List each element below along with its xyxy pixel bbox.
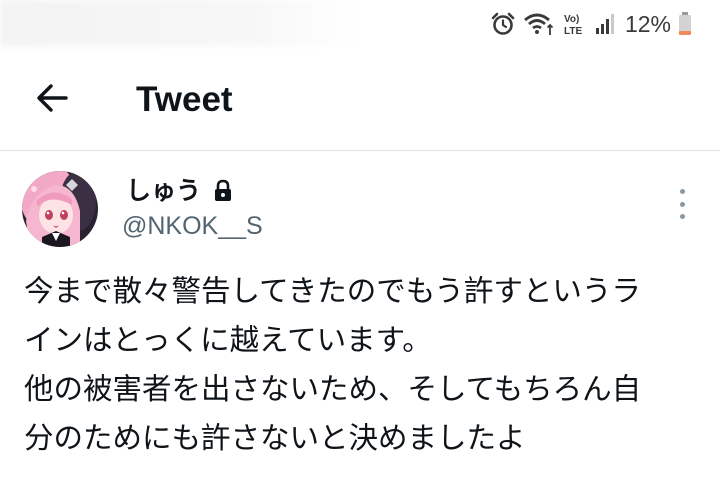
battery-percent: 12% (624, 10, 671, 37)
page-title: Tweet (136, 80, 233, 119)
more-dot (679, 189, 685, 194)
status-bar: Vo) LTE 12% (0, 0, 720, 52)
lock-icon (213, 179, 233, 203)
display-name-text: しゅう (126, 176, 202, 205)
status-icons: Vo) LTE 12% (490, 8, 692, 40)
more-dot (679, 214, 685, 219)
author-display-name[interactable]: しゅう (126, 175, 233, 207)
battery-icon (678, 11, 692, 37)
more-dot (679, 201, 685, 207)
tweet-text-line: 他の被害者を出さないため、そしてもちろん自 (24, 372, 642, 406)
svg-text:Vo): Vo) (564, 14, 579, 25)
app-header: Tweet (0, 52, 720, 151)
tweet-text-line: 今まで散々警告してきたのでもう許すというラ (24, 274, 641, 308)
tweet-text: 今まで散々警告してきたのでもう許すというラ インはとっくに越えています。 他の被… (24, 267, 714, 463)
back-button[interactable] (28, 78, 76, 122)
author-handle[interactable]: @NKOK__S (122, 209, 263, 243)
tweet-text-line: 分のためにも許さないと決めましたよ (24, 421, 526, 455)
blurred-notification-area (0, 0, 360, 46)
avatar[interactable] (22, 171, 98, 247)
wifi-icon (523, 11, 555, 37)
tweet: しゅう @NKOK__S 今まで散々警告してきたのでもう許すというラ インはとっ… (0, 151, 720, 480)
alarm-icon (490, 11, 516, 37)
signal-icon (595, 11, 615, 37)
svg-text:LTE: LTE (564, 26, 582, 37)
more-options-icon[interactable] (670, 189, 694, 219)
tweet-text-line: インはとっくに越えています。 (24, 323, 432, 357)
volte-lte-icon: Vo) LTE (562, 11, 588, 37)
arrow-left-icon (35, 83, 69, 117)
